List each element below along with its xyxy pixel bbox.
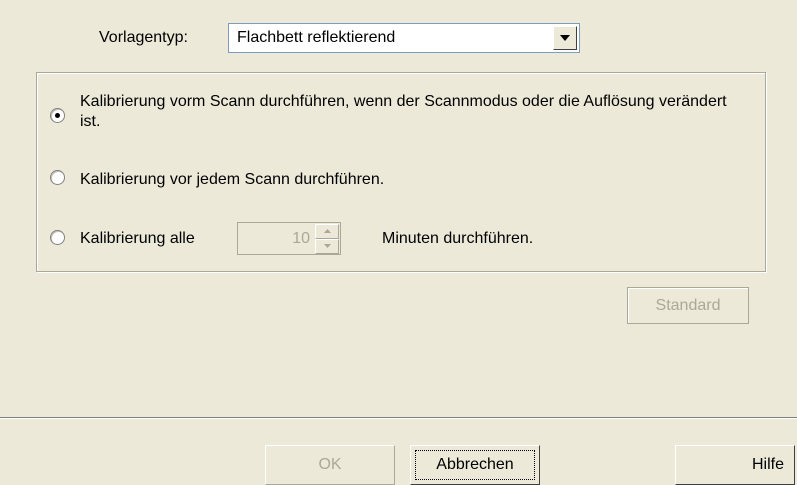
- help-button[interactable]: Hilfe: [675, 445, 795, 485]
- radio-calibrate-interval[interactable]: [50, 230, 65, 245]
- footer-separator: [0, 417, 797, 419]
- spin-up-icon: [324, 229, 331, 233]
- cancel-button-label: Abbrechen: [436, 456, 514, 473]
- chevron-down-icon: [560, 35, 570, 41]
- option-interval-suffix: Minuten durchführen.: [382, 230, 534, 247]
- radio-selected-dot: [55, 113, 60, 118]
- spin-up-button[interactable]: [315, 224, 339, 239]
- vorlagentyp-label: Vorlagentyp:: [99, 29, 188, 46]
- combo-dropdown-button[interactable]: [553, 26, 577, 50]
- radio-calibrate-every-scan[interactable]: [50, 170, 65, 185]
- spin-down-icon: [324, 244, 331, 248]
- ok-button[interactable]: OK: [265, 445, 395, 485]
- interval-value[interactable]: 10: [292, 230, 310, 248]
- standard-button[interactable]: Standard: [627, 287, 749, 324]
- radio-calibrate-on-change[interactable]: [50, 108, 65, 123]
- option-calibrate-on-change-label[interactable]: Kalibrierung vorm Scann durchführen, wen…: [80, 92, 750, 132]
- spin-down-button[interactable]: [315, 239, 339, 254]
- cancel-button[interactable]: Abbrechen: [410, 445, 540, 485]
- option-calibrate-every-scan-label[interactable]: Kalibrierung vor jedem Scann durchführen…: [80, 170, 384, 190]
- vorlagentyp-combobox[interactable]: Flachbett reflektierend: [228, 23, 580, 53]
- option-calibrate-interval-label[interactable]: Kalibrierung alle: [80, 229, 195, 249]
- vorlagentyp-value: Flachbett reflektierend: [237, 29, 396, 46]
- interval-spinner[interactable]: 10: [237, 222, 341, 255]
